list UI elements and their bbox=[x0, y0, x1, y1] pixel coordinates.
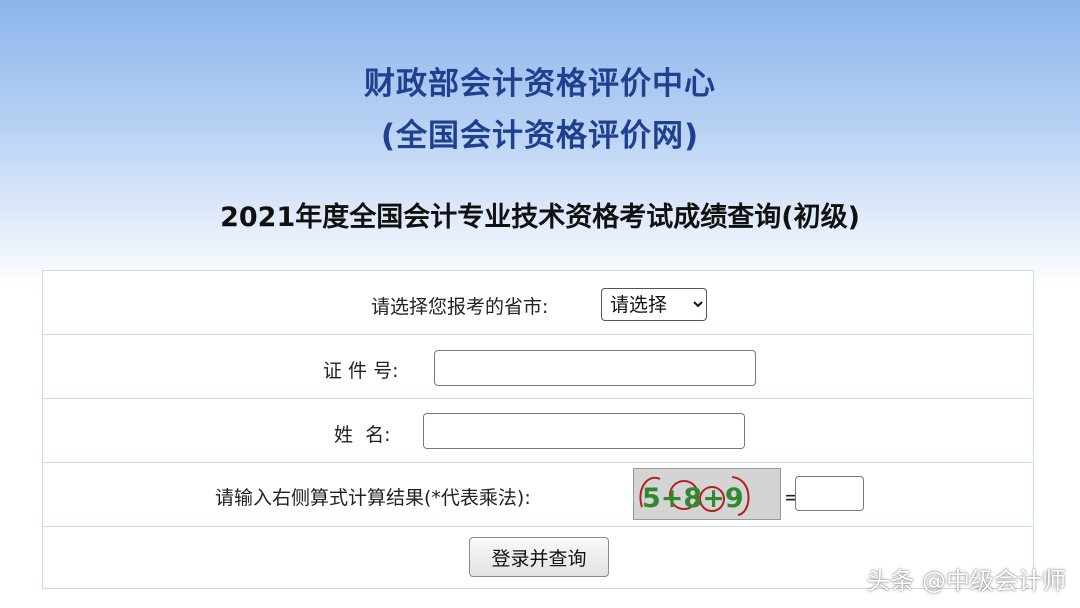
captcha-text: 5+8+9 bbox=[642, 483, 744, 514]
watermark: 头条 @中级会计师 bbox=[866, 567, 1066, 595]
captcha-image[interactable]: 5+8+9 bbox=[633, 468, 781, 520]
name-label: 姓 名: bbox=[334, 424, 391, 446]
province-select[interactable]: 请选择 bbox=[601, 288, 707, 321]
name-row: 姓 名: bbox=[43, 399, 1033, 463]
org-subtitle: (全国会计资格评价网) bbox=[380, 118, 700, 154]
query-form: 请选择您报考的省市: 请选择 证 件 号: 姓 名: 请输入右侧算式计算结果(*… bbox=[42, 270, 1034, 589]
captcha-label: 请输入右侧算式计算结果(*代表乘法): bbox=[215, 487, 531, 509]
login-query-button[interactable]: 登录并查询 bbox=[469, 537, 609, 577]
province-row: 请选择您报考的省市: 请选择 bbox=[43, 271, 1033, 335]
captcha-row: 请输入右侧算式计算结果(*代表乘法): 5+8+9 = bbox=[43, 463, 1033, 527]
id-number-label: 证 件 号: bbox=[323, 360, 399, 382]
captcha-answer-input[interactable] bbox=[795, 476, 864, 511]
name-input[interactable] bbox=[423, 413, 745, 449]
id-number-input[interactable] bbox=[434, 350, 756, 386]
org-title: 财政部会计资格评价中心 bbox=[364, 66, 716, 102]
province-label: 请选择您报考的省市: bbox=[371, 296, 549, 318]
id-number-row: 证 件 号: bbox=[43, 335, 1033, 399]
exam-title: 2021年度全国会计专业技术资格考试成绩查询(初级) bbox=[220, 202, 860, 233]
